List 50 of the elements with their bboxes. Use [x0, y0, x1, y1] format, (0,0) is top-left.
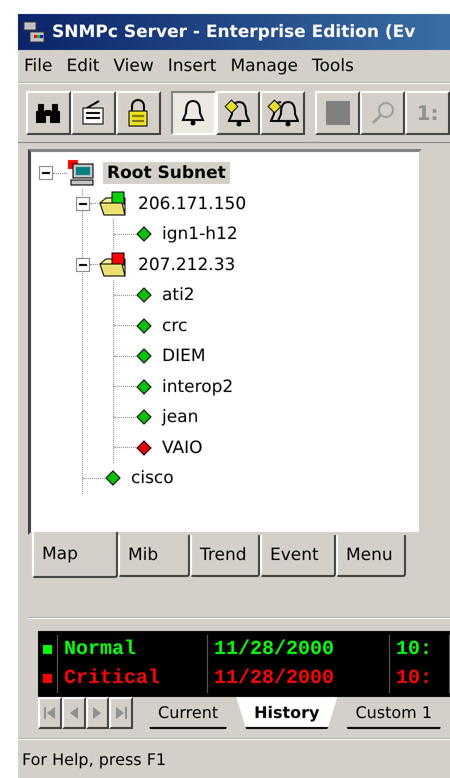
menubar-item[interactable]: Tools: [312, 56, 354, 76]
tree-item[interactable]: 206.171.150: [134, 192, 250, 215]
magnifier-icon: [370, 100, 396, 126]
window-title: SNMPc Server - Enterprise Edition (Ev: [52, 22, 416, 42]
toolbar-button[interactable]: [170, 91, 216, 135]
bell-icon: [224, 99, 252, 127]
tree-item[interactable]: DIEM: [158, 345, 210, 368]
tree-item[interactable]: crc: [158, 314, 192, 337]
panel-tab[interactable]: Map: [32, 532, 118, 578]
first-icon: [42, 705, 58, 721]
collapse-toggle[interactable]: [39, 166, 53, 180]
next-button[interactable]: [86, 697, 110, 729]
tree-item[interactable]: Root Subnet: [103, 162, 230, 184]
panel-tab[interactable]: Trend: [190, 535, 260, 577]
collapse-toggle[interactable]: [76, 258, 90, 272]
date-cell: 11/28/2000: [208, 664, 390, 693]
menubar-item[interactable]: File: [24, 56, 52, 76]
first-page-button[interactable]: [38, 697, 62, 729]
tree-item[interactable]: cisco: [127, 467, 178, 490]
menubar-item[interactable]: Edit: [66, 56, 100, 76]
binoculars-icon: [35, 102, 62, 124]
severity-cell: Critical: [58, 664, 208, 693]
stop-icon: [324, 100, 351, 126]
properties-icon: [81, 100, 106, 126]
tree-item[interactable]: VAIO: [158, 436, 207, 459]
last-page-button[interactable]: [109, 697, 134, 729]
menubar-item[interactable]: View: [113, 56, 154, 76]
tree-item[interactable]: jean: [158, 406, 202, 428]
tree-item[interactable]: ati2: [158, 284, 199, 306]
menubar-item[interactable]: Manage: [230, 56, 298, 76]
panel-tab[interactable]: Event: [260, 535, 336, 577]
date-cell: 11/28/2000: [208, 635, 390, 664]
collapse-toggle[interactable]: [76, 196, 90, 211]
padlock-icon: [127, 99, 150, 127]
bell-icon: [180, 99, 206, 127]
tree-item[interactable]: ign1-h12: [158, 223, 242, 246]
network-icon: [22, 20, 46, 44]
tree-item[interactable]: interop2: [158, 376, 238, 398]
status-text: For Help, press F1: [22, 750, 166, 768]
menubar-item[interactable]: Insert: [168, 56, 216, 76]
severity-cell: Normal: [58, 635, 208, 664]
bells-icon: [266, 99, 299, 127]
time-cell: 10:: [390, 635, 450, 664]
time-cell: 10:: [390, 664, 450, 693]
previous-button[interactable]: [62, 697, 86, 729]
last-icon: [113, 705, 130, 721]
panel-tab[interactable]: Mib: [118, 535, 190, 577]
panel-tab[interactable]: Menu: [336, 535, 406, 577]
log-tab[interactable]: History: [236, 697, 338, 729]
tree-item[interactable]: 207.212.33: [134, 254, 240, 276]
